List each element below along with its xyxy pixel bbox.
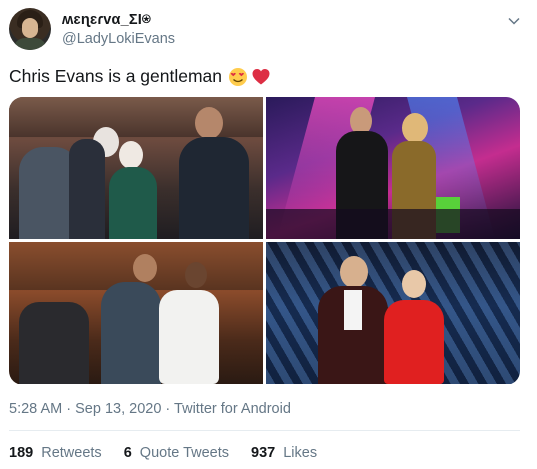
- tweet-text-body: Chris Evans is a gentleman: [9, 66, 223, 86]
- photo-1-crowd: [9, 97, 263, 137]
- photo-4-shirt: [344, 290, 362, 330]
- likes-label: Likes: [283, 445, 318, 461]
- photo-3-figure: [19, 302, 89, 384]
- meta-separator: ·: [165, 401, 171, 417]
- tweet-stats: 189 Retweets 6 Quote Tweets 937 Likes: [9, 445, 317, 461]
- photo-3-head: [185, 262, 207, 288]
- photo-1-head: [195, 107, 223, 139]
- photo-3-dress: [159, 290, 219, 384]
- photo-3-head: [133, 254, 157, 282]
- retweets-stat[interactable]: 189 Retweets: [9, 445, 102, 461]
- quote-tweets-count: 6: [123, 445, 132, 461]
- retweets-label: Retweets: [41, 445, 102, 461]
- photo-4-dress: [384, 300, 444, 384]
- photo-4-head: [402, 270, 426, 298]
- author-handle[interactable]: @LadyLokiEvans: [62, 31, 175, 47]
- photo-2[interactable]: [266, 97, 520, 239]
- chevron-down-icon[interactable]: [507, 14, 521, 28]
- tweet-source[interactable]: Twitter for Android: [174, 401, 291, 417]
- media-grid: [9, 97, 520, 385]
- likes-count: 937: [251, 445, 276, 461]
- tweet-meta: 5:28 AM · Sep 13, 2020 · Twitter for And…: [9, 401, 291, 417]
- photo-1-figure: [69, 139, 105, 239]
- photo-3-figure: [101, 282, 161, 384]
- smiling-face-with-heart-eyes-icon: [229, 67, 248, 86]
- avatar-face: [22, 18, 38, 38]
- photo-1-head: [119, 141, 143, 169]
- quote-tweets-label: Quote Tweets: [139, 445, 229, 461]
- tweet-date[interactable]: Sep 13, 2020: [75, 401, 161, 417]
- tweet-time[interactable]: 5:28 AM: [9, 401, 62, 417]
- avatar[interactable]: [9, 8, 51, 50]
- divider: [9, 430, 520, 431]
- likes-stat[interactable]: 937 Likes: [251, 445, 317, 461]
- photo-4-head: [340, 256, 368, 288]
- meta-separator: ·: [66, 401, 72, 417]
- photo-1-figure: [109, 167, 157, 239]
- tweet-header: ʍɛɳɛɾvα_ΣΙ⍟ @LadyLokiEvans: [9, 8, 529, 52]
- avatar-body: [13, 38, 47, 50]
- photo-1-figure: [179, 137, 249, 239]
- retweets-count: 189: [9, 445, 34, 461]
- photo-1[interactable]: [9, 97, 263, 239]
- quote-tweets-stat[interactable]: 6 Quote Tweets: [124, 445, 229, 461]
- red-heart-icon: [252, 68, 270, 84]
- tweet-text: Chris Evans is a gentleman: [9, 66, 271, 87]
- photo-3[interactable]: [9, 242, 263, 384]
- author-display-name[interactable]: ʍɛɳɛɾvα_ΣΙ⍟: [62, 12, 151, 28]
- photo-2-crowd: [266, 209, 520, 239]
- photo-2-head: [402, 113, 428, 143]
- photo-4[interactable]: [266, 242, 520, 384]
